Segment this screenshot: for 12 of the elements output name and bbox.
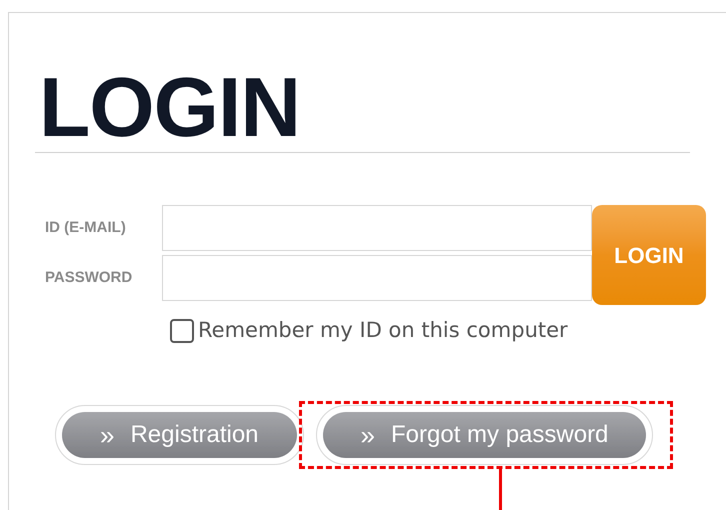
checkbox-label: Remember my ID on this computer	[198, 317, 568, 344]
link-button[interactable]: » Registration	[62, 412, 297, 458]
field-label: PASSWORD	[45, 268, 134, 288]
login-button[interactable]: LOGIN	[592, 205, 706, 305]
page-title: LOGIN	[38, 62, 301, 152]
link-button[interactable]: » Forgot my password	[322, 412, 646, 458]
input-field[interactable]	[162, 205, 592, 251]
double-chevron-icon: »	[360, 422, 375, 448]
double-chevron-icon: »	[100, 422, 114, 448]
field-label: ID (E-MAIL)	[45, 218, 127, 238]
input-field[interactable]	[162, 255, 592, 301]
checkbox[interactable]	[170, 318, 194, 343]
